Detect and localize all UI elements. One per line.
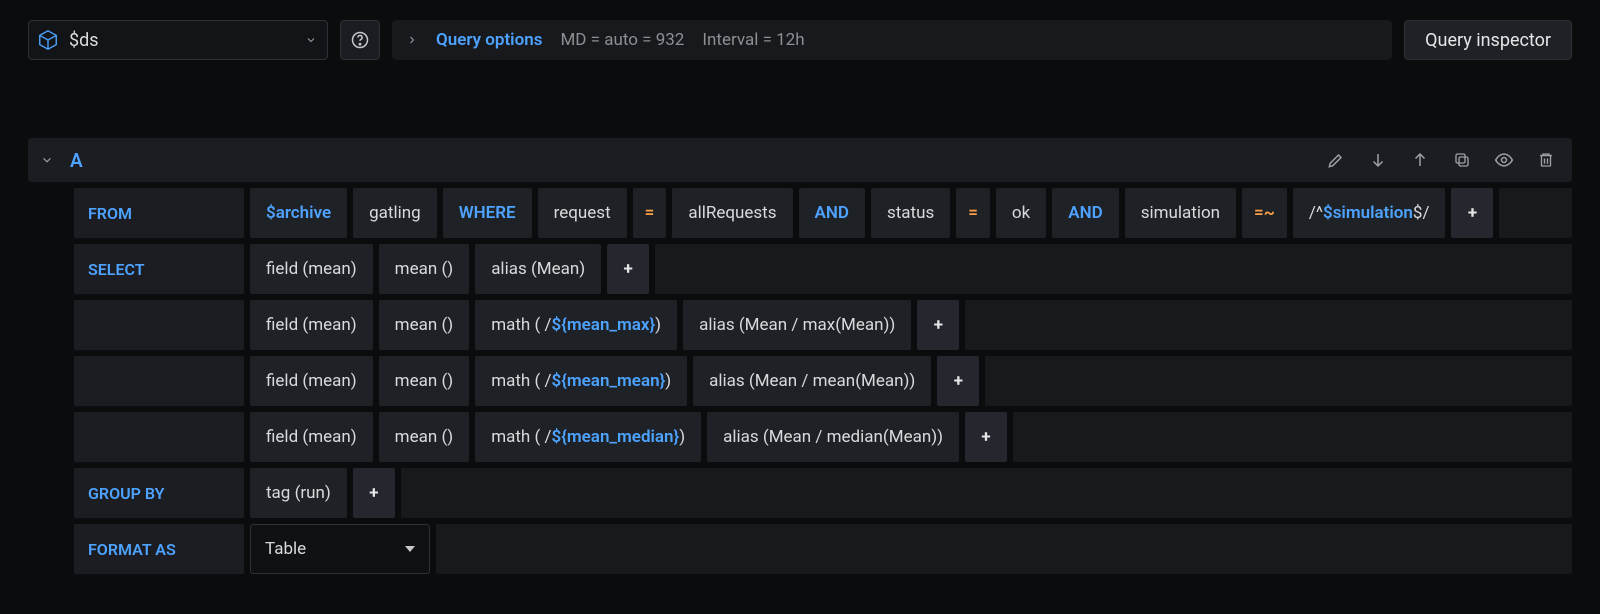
select-2-add-button[interactable]: +	[937, 356, 979, 406]
select-3-part-1[interactable]: mean ()	[379, 412, 470, 462]
toggle-visibility-icon[interactable]	[1490, 146, 1518, 174]
query-inspector-button[interactable]: Query inspector	[1404, 20, 1572, 60]
move-down-icon[interactable]	[1364, 146, 1392, 174]
select-3-part-3[interactable]: alias (Mean / median(Mean))	[707, 412, 959, 462]
row-filler	[985, 356, 1572, 406]
where-cond-1-key[interactable]: status	[871, 188, 950, 238]
datasource-picker[interactable]: $ds	[28, 20, 328, 60]
datasource-name: $ds	[69, 30, 305, 51]
select-1-part-0[interactable]: field (mean)	[250, 300, 373, 350]
query-inspector-label: Query inspector	[1425, 30, 1551, 51]
where-keyword: WHERE	[443, 188, 532, 238]
query-header[interactable]: A	[28, 138, 1572, 182]
row-filler	[965, 300, 1572, 350]
where-cond-1-op[interactable]: =	[956, 188, 990, 238]
from-measurement[interactable]: gatling	[353, 188, 437, 238]
where-cond-0-op[interactable]: =	[633, 188, 667, 238]
chevron-down-icon	[305, 34, 317, 46]
query-options-label: Query options	[436, 30, 542, 50]
format-as-value: Table	[265, 539, 306, 559]
duplicate-icon[interactable]	[1448, 146, 1476, 174]
select-0-part-0[interactable]: field (mean)	[250, 244, 373, 294]
datasource-icon	[37, 29, 59, 51]
select-2-part-1[interactable]: mean ()	[379, 356, 470, 406]
select-row-0: SELECT field (mean) mean () alias (Mean)…	[74, 244, 1572, 294]
select-0-add-button[interactable]: +	[607, 244, 649, 294]
from-row: FROM $archive gatling WHERE request = al…	[74, 188, 1572, 238]
select-3-add-button[interactable]: +	[965, 412, 1007, 462]
group-by-row: GROUP BY tag (run) +	[74, 468, 1572, 518]
delete-icon[interactable]	[1532, 146, 1560, 174]
row-filler	[401, 468, 1572, 518]
group-by-keyword: GROUP BY	[74, 468, 244, 518]
select-1-part-1[interactable]: mean ()	[379, 300, 470, 350]
from-policy[interactable]: $archive	[250, 188, 347, 238]
where-cond-0-value[interactable]: allRequests	[672, 188, 792, 238]
chevron-down-icon[interactable]	[40, 153, 56, 167]
select-0-part-1[interactable]: mean ()	[379, 244, 470, 294]
row-filler	[1499, 188, 1572, 238]
select-2-part-3[interactable]: alias (Mean / mean(Mean))	[693, 356, 931, 406]
select-1-part-2[interactable]: math ( / ${mean_max})	[475, 300, 677, 350]
format-as-keyword: FORMAT AS	[74, 524, 244, 574]
select-keyword: SELECT	[74, 244, 244, 294]
where-cond-0-key[interactable]: request	[538, 188, 627, 238]
select-3-part-2[interactable]: math ( / ${mean_median})	[475, 412, 701, 462]
select-keyword-empty	[74, 412, 244, 462]
select-row-1: field (mean) mean () math ( / ${mean_max…	[74, 300, 1572, 350]
edit-icon[interactable]	[1322, 146, 1350, 174]
move-up-icon[interactable]	[1406, 146, 1434, 174]
select-3-part-0[interactable]: field (mean)	[250, 412, 373, 462]
select-keyword-empty	[74, 300, 244, 350]
group-by-add-button[interactable]: +	[353, 468, 395, 518]
select-0-part-2[interactable]: alias (Mean)	[475, 244, 601, 294]
where-cond-2-join[interactable]: AND	[1052, 188, 1118, 238]
row-filler	[436, 524, 1572, 574]
format-as-select[interactable]: Table	[250, 524, 430, 574]
row-filler	[1013, 412, 1572, 462]
select-2-part-0[interactable]: field (mean)	[250, 356, 373, 406]
select-1-add-button[interactable]: +	[917, 300, 959, 350]
where-cond-1-value[interactable]: ok	[996, 188, 1046, 238]
query-options-interval: Interval = 12h	[702, 30, 804, 50]
select-row-3: field (mean) mean () math ( / ${mean_med…	[74, 412, 1572, 462]
chevron-right-icon	[406, 34, 418, 46]
select-row-2: field (mean) mean () math ( / ${mean_mea…	[74, 356, 1572, 406]
where-add-button[interactable]: +	[1451, 188, 1493, 238]
where-cond-2-key[interactable]: simulation	[1125, 188, 1236, 238]
from-keyword: FROM	[74, 188, 244, 238]
where-cond-2-value[interactable]: /^$simulation$/	[1293, 188, 1446, 238]
select-2-part-2[interactable]: math ( / ${mean_mean})	[475, 356, 687, 406]
query-options-bar[interactable]: Query options MD = auto = 932 Interval =…	[392, 20, 1392, 60]
where-cond-1-join[interactable]: AND	[799, 188, 865, 238]
format-as-row: FORMAT AS Table	[74, 524, 1572, 574]
help-button[interactable]	[340, 20, 380, 60]
caret-down-icon	[405, 546, 415, 552]
query-ref-id: A	[70, 149, 83, 172]
select-keyword-empty	[74, 356, 244, 406]
query-options-md: MD = auto = 932	[560, 30, 684, 50]
where-cond-2-op[interactable]: =~	[1242, 188, 1287, 238]
select-1-part-3[interactable]: alias (Mean / max(Mean))	[683, 300, 911, 350]
group-by-part-0[interactable]: tag (run)	[250, 468, 347, 518]
row-filler	[655, 244, 1572, 294]
